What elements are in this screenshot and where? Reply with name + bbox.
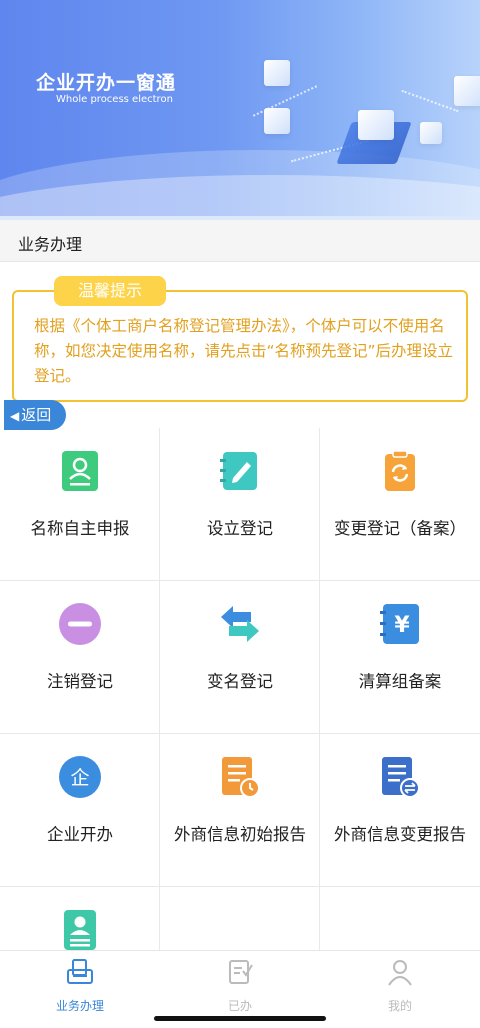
nav-item-done[interactable]: 已办 xyxy=(180,957,300,1014)
notice-box: 温馨提示 根据《个体工商户名称登记管理办法》，个体户可以不使用名称，如您决定使用… xyxy=(12,276,468,402)
cube-decoration xyxy=(264,60,290,86)
section-header: 业务办理 xyxy=(0,220,480,262)
checklist-icon xyxy=(229,960,253,984)
cube-decoration xyxy=(454,76,480,106)
back-arrow-icon: ◀ xyxy=(10,409,20,423)
grid-item-foreign-change-report[interactable]: 外商信息变更报告 xyxy=(320,734,480,887)
notice-text: 根据《个体工商户名称登记管理办法》，个体户可以不使用名称，如您决定使用名称，请先… xyxy=(34,317,454,385)
grid-item-label: 企业开办 xyxy=(47,825,113,844)
cube-decoration xyxy=(420,122,442,144)
grid-item-label: 变更登记（备案） xyxy=(334,519,466,538)
svg-text:¥: ¥ xyxy=(394,613,410,638)
yen-notebook-icon: ¥ xyxy=(380,604,419,644)
grid-item-label: 变名登记 xyxy=(207,672,273,691)
nav-label: 我的 xyxy=(387,999,412,1013)
nav-item-mine[interactable]: 我的 xyxy=(340,957,460,1014)
back-label: 返回 xyxy=(21,406,52,424)
banner-title: 企业开办一窗通 xyxy=(36,72,177,94)
banner: 企业开办一窗通 Whole process electron xyxy=(0,0,480,220)
grid-item-label: 设立登记 xyxy=(207,519,273,538)
report-exchange-icon xyxy=(382,757,420,798)
grid-item-change-registration[interactable]: 变更登记（备案） xyxy=(320,428,480,581)
grid-item-establishment[interactable]: 设立登记 xyxy=(160,428,320,581)
id-card-icon xyxy=(62,451,98,491)
enterprise-circle-icon: 企 xyxy=(59,756,101,798)
grid-item-label: 注销登记 xyxy=(47,672,113,691)
grid-item-label: 名称自主申报 xyxy=(30,519,130,538)
grid-item-label: 清算组备案 xyxy=(358,672,442,691)
svg-text:企: 企 xyxy=(70,767,89,789)
user-stack-icon xyxy=(64,910,96,950)
minus-circle-icon xyxy=(59,603,101,645)
nav-label: 已办 xyxy=(227,999,252,1013)
notebook-edit-icon xyxy=(220,452,257,490)
home-indicator xyxy=(154,1016,326,1021)
section-title: 业务办理 xyxy=(18,235,83,254)
back-button[interactable]: ◀ 返回 xyxy=(4,400,66,430)
cube-decoration xyxy=(358,110,394,140)
swap-arrows-icon xyxy=(221,606,259,642)
user-icon xyxy=(388,960,412,986)
clipboard-refresh-icon xyxy=(385,450,415,491)
report-clock-icon xyxy=(222,757,260,798)
grid-item-liquidation-filing[interactable]: ¥ 清算组备案 xyxy=(320,581,480,734)
grid-item-rename-registration[interactable]: 变名登记 xyxy=(160,581,320,734)
grid-item-foreign-initial-report[interactable]: 外商信息初始报告 xyxy=(160,734,320,887)
banner-subtitle: Whole process electron xyxy=(56,94,173,105)
grid-item-name-declaration[interactable]: 名称自主申报 xyxy=(0,428,160,581)
nav-label: 业务办理 xyxy=(55,999,104,1013)
cube-decoration xyxy=(264,108,290,134)
notice-tag: 温馨提示 xyxy=(54,276,166,306)
grid-item-label: 外商信息变更报告 xyxy=(334,825,466,844)
nav-item-business[interactable]: 业务办理 xyxy=(20,957,140,1014)
briefcase-icon xyxy=(67,959,93,984)
service-grid: 名称自主申报 设立登记 变更登记（备案） 注销登记 变名登记 ¥ 清算组备案 企… xyxy=(0,428,480,1028)
grid-item-deregistration[interactable]: 注销登记 xyxy=(0,581,160,734)
grid-item-enterprise-startup[interactable]: 企 企业开办 xyxy=(0,734,160,887)
grid-item-label: 外商信息初始报告 xyxy=(174,825,306,844)
